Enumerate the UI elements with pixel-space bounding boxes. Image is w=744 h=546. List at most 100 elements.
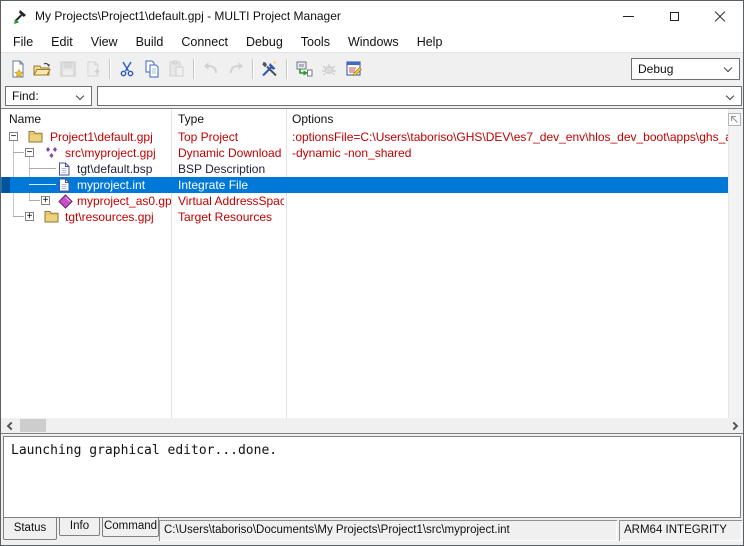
find-label: Find: [12,89,39,103]
find-bar: Find: [1,84,743,108]
menu-build[interactable]: Build [127,33,173,51]
collapse-tree-button[interactable] [728,113,741,126]
open-folder-icon [33,60,52,78]
minimize-button[interactable] [605,1,651,32]
item-options: -dynamic -non_shared [292,145,728,161]
launch-editor-button[interactable] [341,57,366,81]
item-name: src\myproject.gpj [65,145,171,161]
toolbar-separator [193,59,194,79]
debug-button [316,57,341,81]
item-name: myproject.int [77,177,171,193]
console-text: Launching graphical editor...done. [11,443,277,458]
item-name: myproject_as0.gpj [77,193,171,209]
title-bar: My Projects\Project1\default.gpj - MULTI… [1,1,743,32]
tree-row-tgt-resources.gpj[interactable]: +tgt\resources.gpjTarget Resources [1,209,728,225]
tree-connector-line [29,168,56,169]
tree-connector-line [13,152,24,153]
item-type: Virtual AddressSpace [178,193,284,209]
maximize-icon [670,12,679,21]
column-header-name[interactable]: Name [9,112,41,126]
chevron-down-icon [724,64,732,72]
item-name: Project1\default.gpj [50,129,171,145]
tree-row-project1-default.gpj[interactable]: − Project1\default.gpj Top Project :options… [1,129,728,145]
toolbar-separator [286,59,287,79]
toolbar-separator [252,59,253,79]
scrollbar-thumb[interactable] [20,419,46,432]
item-type: Top Project [178,129,284,145]
chevron-down-icon [76,92,84,100]
scroll-right-button[interactable] [727,418,743,433]
menu-tools[interactable]: Tools [292,33,339,51]
menu-file[interactable]: File [4,33,42,51]
new-file-button[interactable] [5,57,30,81]
item-type: Target Resources [178,209,284,225]
bug-icon [320,60,338,78]
close-button[interactable] [697,1,743,32]
footer-bar: C:\Users\taboriso\Documents\My Projects\… [1,518,743,545]
menu-windows[interactable]: Windows [339,33,408,51]
tab-status[interactable]: Status [3,518,57,540]
expand-toggle-icon[interactable]: + [25,212,34,221]
column-header-options[interactable]: Options [292,112,333,126]
chevron-down-icon [726,92,734,100]
column-header-type[interactable]: Type [178,112,204,126]
redo-icon [227,60,245,78]
editor-icon [345,60,363,78]
save-add-button [80,57,105,81]
find-input[interactable] [100,88,720,104]
collapse-toggle-icon[interactable]: − [9,132,18,141]
redo-button [223,57,248,81]
multi-hammer-icon [12,8,29,25]
copy-button[interactable] [139,57,164,81]
menu-debug[interactable]: Debug [237,33,292,51]
save-icon [59,60,77,78]
tree-row-myproject.int[interactable]: myproject.int Integrate File [1,177,728,193]
item-type: BSP Description [178,161,284,177]
tab-command[interactable]: Command [102,518,159,537]
page-plus-icon [84,60,102,78]
paste-button [164,57,189,81]
tree-row-src-myproject.gpj[interactable]: − src\myproject.gpj Dynamic Download -dynam… [1,145,728,161]
copy-icon [143,60,161,78]
new-file-icon [9,60,27,78]
status-file-path: C:\Users\taboriso\Documents\My Projects\… [159,520,617,541]
output-console[interactable]: Launching graphical editor...done. [3,436,741,518]
cut-button[interactable] [114,57,139,81]
folder-icon [44,210,59,227]
build-tools-icon [260,60,279,78]
expand-toggle-icon[interactable]: + [41,196,50,205]
status-target: ARM64 INTEGRITY [619,520,742,541]
selection-band [2,177,10,193]
menu-view[interactable]: View [82,33,127,51]
open-project-button[interactable] [30,57,55,81]
build-config-value: Debug [638,62,673,76]
menu-edit[interactable]: Edit [42,33,82,51]
menu-help[interactable]: Help [408,33,452,51]
build-button[interactable] [257,57,282,81]
item-type: Integrate File [178,177,284,193]
close-icon [714,11,726,23]
arrow-up-left-icon [730,115,739,124]
toolbar: Debug [1,54,743,84]
maximize-button[interactable] [651,1,697,32]
connect-button[interactable] [291,57,316,81]
collapse-toggle-icon[interactable]: − [25,148,34,157]
undo-icon [202,60,220,78]
chevron-right-icon [729,421,737,429]
paste-icon [168,60,186,78]
scroll-left-button[interactable] [1,418,17,433]
item-options: :optionsFile=C:\Users\taboriso\GHS\DEV\e… [292,129,728,145]
tree-row-tgt-default.bsp[interactable]: tgt\default.bspBSP Description [1,161,728,177]
project-tree-panel: Name Type Options − Project1\default.gpj Top … [1,108,743,434]
connect-icon [295,60,313,78]
build-config-select[interactable]: Debug [631,58,740,80]
tab-info[interactable]: Info [59,518,100,536]
window-title: My Projects\Project1\default.gpj - MULTI… [35,9,341,23]
tree-connector-line [29,184,56,185]
horizontal-scrollbar[interactable] [1,418,743,433]
menu-connect[interactable]: Connect [172,33,237,51]
save-button [55,57,80,81]
item-type: Dynamic Download [178,145,284,161]
find-mode-select[interactable]: Find: [5,86,92,106]
tree-row-myproject-as0.gpj[interactable]: + myproject_as0.gpj Virtual AddressSpace [1,193,728,209]
